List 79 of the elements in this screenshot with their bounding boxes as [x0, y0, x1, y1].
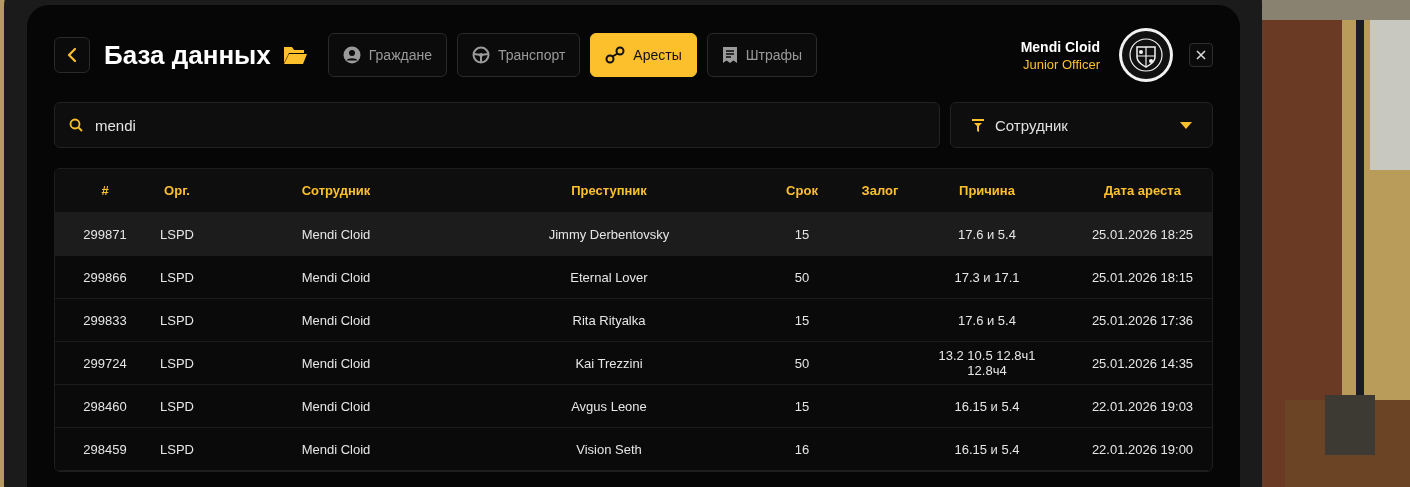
term-cell: 50	[794, 355, 810, 371]
id-cell: 298460	[83, 398, 127, 414]
search-input[interactable]: mendi	[93, 115, 925, 135]
org-cell: LSPD	[160, 398, 194, 414]
table-row[interactable]: 298460 LSPD Mendi Cloid Avgus Leone 15 16.15 и 5.4 22.01.2026 19:03	[55, 385, 1212, 428]
steering-wheel-icon	[472, 46, 490, 64]
offender-cell: Avgus Leone	[571, 398, 647, 414]
column-header: Орг.	[163, 183, 191, 198]
officer-cell: Mendi Cloid	[301, 355, 371, 371]
search-field[interactable]: mendi	[54, 102, 940, 148]
table-row[interactable]: 299833 LSPD Mendi Cloid Rita Rityalka 15 17.6 и 5.4 25.01.2026 17:36	[55, 299, 1212, 342]
date-cell: 25.01.2026 17:36	[1091, 312, 1194, 328]
reason-cell: 17.6 и 5.4	[958, 226, 1016, 242]
column-header: Срок	[785, 183, 819, 198]
tab[interactable]: Аресты	[590, 33, 697, 77]
officer-cell: Mendi Cloid	[301, 398, 371, 414]
id-cell: 299724	[83, 355, 127, 371]
column-header: Преступник	[570, 183, 648, 198]
term-cell: 50	[794, 269, 810, 285]
term-cell: 15	[794, 226, 810, 242]
offender-cell: Kai Trezzini	[575, 355, 643, 371]
date-cell: 25.01.2026 18:15	[1091, 269, 1194, 285]
reason-cell: 17.3 и 17.1	[954, 269, 1020, 285]
column-header: Сотрудник	[300, 183, 372, 198]
person-icon	[342, 46, 361, 64]
table-row[interactable]: 299866 LSPD Mendi Cloid Eternal Lover 50 17.3 и 17.1 25.01.2026 18:15	[55, 256, 1212, 299]
term-cell: 15	[794, 398, 810, 414]
caret-icon	[1180, 121, 1192, 129]
date-cell: 22.01.2026 19:03	[1091, 398, 1194, 414]
date-cell: 25.01.2026 14:35	[1091, 355, 1194, 371]
column-header: #	[100, 183, 110, 198]
reason-cell: 16.15 и 5.4	[954, 398, 1020, 414]
reason-cell-text: 13.2 10.5 12.8ч1 12.8ч4	[937, 348, 1037, 378]
officer-cell: Mendi Cloid	[301, 441, 371, 457]
column-header: Причина	[958, 183, 1016, 198]
receipt-icon	[721, 46, 738, 64]
tab[interactable]: Граждане	[327, 33, 447, 77]
table-row[interactable]: 298459 LSPD Mendi Cloid Vision Seth 16 16.15 и 5.4 22.01.2026 19:00	[55, 428, 1212, 471]
tab[interactable]: Транспорт	[457, 33, 581, 77]
tab[interactable]: Штрафы	[706, 33, 818, 77]
search-icon	[69, 118, 83, 132]
offender-cell: Rita Rityalka	[572, 312, 646, 328]
reason-cell: 16.15 и 5.4	[954, 441, 1020, 457]
date-cell: 25.01.2026 18:25	[1091, 226, 1194, 242]
folder-icon	[282, 45, 308, 65]
org-cell: LSPD	[160, 226, 194, 242]
column-header: Залог	[860, 183, 900, 198]
id-cell: 299833	[83, 312, 127, 328]
close-icon	[1196, 50, 1206, 60]
page-title: База данных	[104, 39, 271, 71]
offender-cell: Jimmy Derbentovsky	[548, 226, 670, 242]
id-cell: 299871	[83, 226, 127, 242]
org-cell: LSPD	[160, 441, 194, 457]
table-row[interactable]: 299871 LSPD Mendi Cloid Jimmy Derbentovsky 15 17.6 и 5.4 25.01.2026 18:25	[55, 213, 1212, 256]
org-cell: LSPD	[160, 355, 194, 371]
id-cell: 299866	[83, 269, 127, 285]
user-name: Mendi Cloid	[1020, 38, 1100, 55]
officer-cell: Mendi Cloid	[301, 269, 371, 285]
user-rank: Junior Officer	[1022, 56, 1100, 72]
offender-cell: Eternal Lover	[570, 269, 648, 285]
org-cell: LSPD	[160, 269, 194, 285]
date-cell: 22.01.2026 19:00	[1091, 441, 1194, 457]
reason-cell: 17.6 и 5.4	[958, 312, 1016, 328]
close-button[interactable]	[1189, 43, 1213, 67]
handcuffs-icon	[605, 46, 626, 64]
table-row[interactable]: 299724 LSPD Mendi Cloid Kai Trezzini 50 13.2 10.5 12.8ч1 12.8ч4 25.01.2026 14:35	[55, 342, 1212, 385]
officer-cell: Mendi Cloid	[301, 226, 371, 242]
term-cell: 16	[794, 441, 810, 457]
filter-icon	[971, 118, 985, 132]
filter-dropdown[interactable]: Сотрудник	[950, 102, 1213, 148]
term-cell: 15	[794, 312, 810, 328]
offender-cell: Vision Seth	[576, 441, 642, 457]
org-cell: LSPD	[160, 312, 194, 328]
id-cell: 298459	[83, 441, 127, 457]
back-button[interactable]	[54, 37, 90, 73]
officer-cell: Mendi Cloid	[301, 312, 371, 328]
chevron-left-icon	[67, 47, 77, 63]
column-header: Дата ареста	[1103, 183, 1182, 198]
seal-icon	[1118, 27, 1174, 83]
